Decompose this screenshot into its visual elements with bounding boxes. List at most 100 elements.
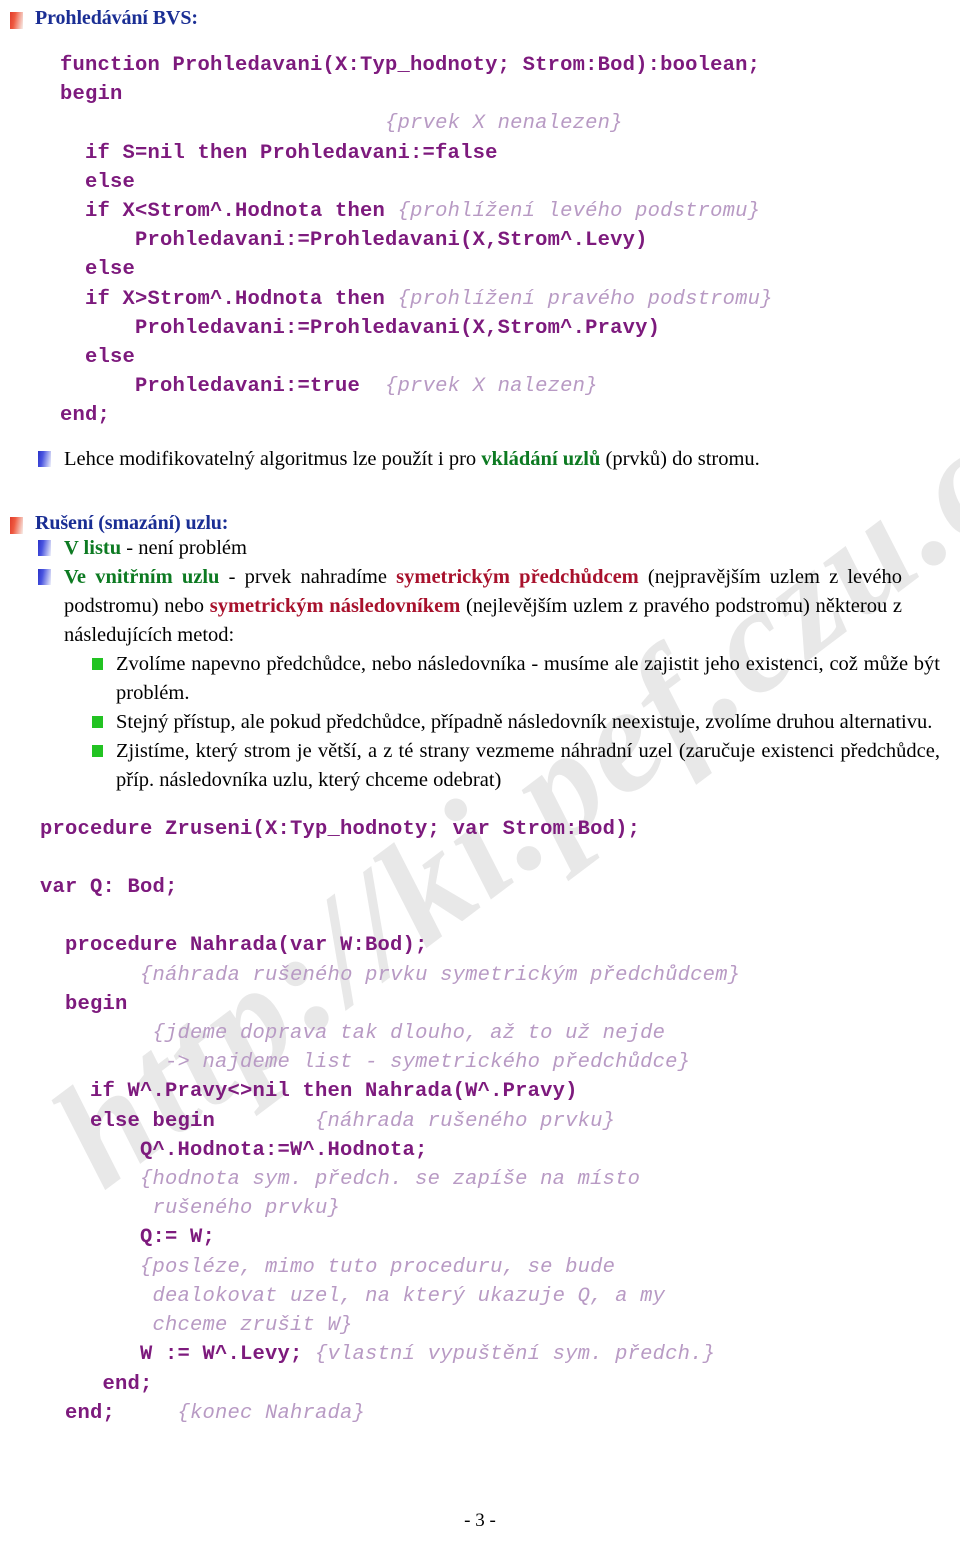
code-comment: {prvek X nenalezen} [385, 112, 623, 136]
plain-text: Lehce modifikovatelný algoritmus lze pou… [64, 447, 482, 470]
code-comment: {jdeme doprava tak dlouho, až to už nejd… [152, 1022, 666, 1046]
bullet-square-red-icon [10, 516, 23, 534]
heading-prohledavani-label: Prohledávání BVS: [35, 7, 198, 29]
plain-text: (prvků) do stromu. [600, 447, 760, 470]
code-line: begin [40, 990, 960, 1019]
code-line: end; [60, 401, 960, 430]
code-block-zruseni: procedure Zruseni(X:Typ_hodnoty; var Str… [40, 815, 960, 1428]
code-line: {posléze, mimo tuto proceduru, se bude [40, 1253, 960, 1282]
heading-ruseni: Rušení (smazání) uzlu: [10, 511, 960, 534]
emphasis-green: vkládání uzlů [481, 447, 601, 470]
plain-text: - prvek nahradíme [219, 565, 397, 588]
code-text: Q^.Hodnota:=W^.Hodnota; [40, 1138, 428, 1162]
emphasis-maroon: symetrickým předchůdcem [396, 565, 639, 588]
code-line: if X<Strom^.Hodnota then {prohlížení lev… [60, 197, 960, 226]
code-comment: {vlastní vypuštění sym. předch.} [315, 1343, 716, 1367]
code-text: if S=nil then Prohledavani:=false [60, 141, 498, 165]
document-page: Prohledávání BVS: function Prohledavani(… [0, 7, 960, 1428]
code-line: function Prohledavani(X:Typ_hodnoty; Str… [60, 51, 960, 80]
code-comment: {prvek X nalezen} [385, 375, 598, 399]
bullet-square-green-icon [92, 657, 103, 670]
method-list-item-text: Stejný přístup, ale pokud předchůdce, př… [116, 710, 933, 733]
code-text: else begin [40, 1109, 316, 1133]
method-list-item: Stejný přístup, ale pokud předchůdce, př… [92, 708, 960, 737]
list-item-text: V listu - není problém [64, 534, 902, 563]
code-text: Prohledavani:=Prohledavani(X,Strom^.Prav… [60, 316, 661, 340]
code-text: W := W^.Levy; [40, 1343, 316, 1367]
page-number: - 3 - [464, 1510, 496, 1531]
code-line: Q:= W; [40, 1223, 960, 1252]
code-text: procedure Zruseni(X:Typ_hodnoty; var Str… [40, 817, 641, 841]
code-block-prohledavani: function Prohledavani(X:Typ_hodnoty; Str… [60, 51, 960, 431]
code-line: -> najdeme list - symetrického předchůdc… [40, 1048, 960, 1077]
bullet-square-green-icon [92, 715, 103, 728]
page-footer: - 3 - [0, 1510, 960, 1532]
method-list-item-text: Zvolíme napevno předchůdce, nebo následo… [116, 652, 940, 704]
list-item-note: Lehce modifikovatelný algoritmus lze pou… [38, 445, 960, 474]
code-line: Prohledavani:=Prohledavani(X,Strom^.Prav… [60, 314, 960, 343]
code-text: else [60, 170, 136, 194]
code-line: dealokovat uzel, na který ukazuje Q, a m… [40, 1282, 960, 1311]
code-text: Prohledavani:=Prohledavani(X,Strom^.Levy… [60, 229, 648, 253]
code-text: function Prohledavani(X:Typ_hodnoty; Str… [60, 54, 761, 77]
emphasis-green: Ve vnitřním uzlu [64, 565, 220, 588]
code-line: else [60, 168, 960, 197]
code-text: begin [40, 992, 128, 1016]
heading-ruseni-label: Rušení (smazání) uzlu: [35, 511, 229, 534]
code-line [40, 902, 960, 931]
list-item: Ve vnitřním uzlu - prvek nahradíme symet… [38, 563, 960, 650]
code-line: {jdeme doprava tak dlouho, až to už nejd… [40, 1019, 960, 1048]
bullet-square-blue-icon [38, 450, 51, 467]
code-text: else [60, 346, 136, 370]
bullet-square-green-icon [92, 744, 103, 757]
delete-items-list: V listu - není problém Ve vnitřním uzlu -… [0, 534, 960, 650]
bullet-square-blue-icon [38, 568, 51, 585]
code-text: end; [40, 1401, 178, 1425]
code-comment: {hodnota sym. předch. se zapíše na místo [140, 1168, 641, 1192]
code-comment: {posléze, mimo tuto proceduru, se bude [140, 1255, 616, 1279]
code-text: if W^.Pravy<>nil then Nahrada(W^.Pravy) [40, 1080, 578, 1104]
emphasis-green: V listu [64, 536, 122, 559]
code-line: if W^.Pravy<>nil then Nahrada(W^.Pravy) [40, 1077, 960, 1106]
bullet-square-red-icon [10, 12, 23, 29]
code-line: procedure Zruseni(X:Typ_hodnoty; var Str… [40, 815, 960, 844]
code-line: Q^.Hodnota:=W^.Hodnota; [40, 1136, 960, 1165]
code-comment: {prohlížení pravého podstromu} [397, 287, 773, 311]
methods-list: Zvolíme napevno předchůdce, nebo následo… [0, 650, 960, 795]
bullet-square-blue-icon [38, 539, 51, 556]
code-line: chceme zrušit W} [40, 1311, 960, 1340]
code-line [40, 844, 960, 873]
code-line: rušeného prvku} [40, 1194, 960, 1223]
code-line: W := W^.Levy; {vlastní vypuštění sym. př… [40, 1340, 960, 1369]
plain-text: - není problém [121, 536, 247, 559]
code-line: end; {konec Nahrada} [40, 1399, 960, 1428]
code-text: end; [40, 1372, 153, 1396]
code-comment: rušeného prvku} [152, 1197, 341, 1221]
code-text: else [60, 258, 136, 282]
code-text: end; [60, 404, 111, 428]
code-line: Prohledavani:=Prohledavani(X,Strom^.Levy… [60, 226, 960, 255]
code-text: procedure Nahrada(var W:Bod); [40, 934, 428, 958]
code-text: Q:= W; [40, 1226, 216, 1250]
method-list-item: Zjistíme, který strom je větší, a z té s… [92, 737, 960, 795]
code-line: var Q: Bod; [40, 873, 960, 902]
list-item-text: Ve vnitřním uzlu - prvek nahradíme symet… [64, 563, 902, 650]
code-comment: {náhrada rušeného prvku symetrickým před… [140, 963, 741, 987]
code-line: {hodnota sym. předch. se zapíše na místo [40, 1165, 960, 1194]
code-line: else [60, 255, 960, 284]
method-list-item-text: Zjistíme, který strom je větší, a z té s… [116, 739, 940, 791]
code-text: Prohledavani:=true [60, 375, 386, 399]
